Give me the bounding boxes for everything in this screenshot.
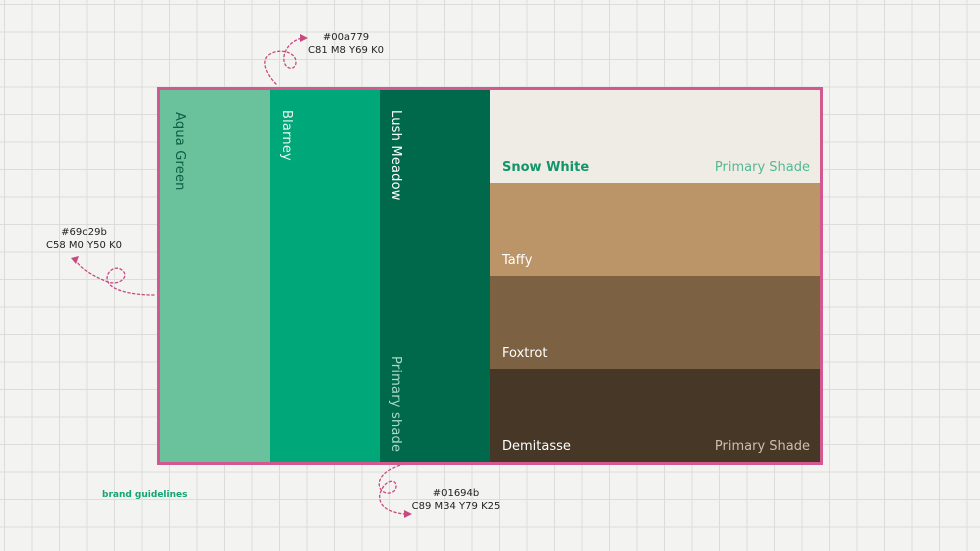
color-palette-frame: Aqua Green Blarney Lush Meadow Primary s… [157,87,823,465]
swatch-snow-white-note: Primary Shade [714,160,810,175]
swatch-lush-meadow-label: Lush Meadow [388,110,403,201]
swatch-taffy-label: Taffy [502,253,533,268]
brand-guidelines-footer: brand guidelines [102,490,188,500]
swatch-aqua-green-label: Aqua Green [172,112,187,191]
blarney-cmyk: C81 M8 Y69 K0 [308,45,384,56]
swatch-blarney: Blarney [270,90,380,462]
swatch-blarney-label: Blarney [279,110,294,161]
aqua-green-hex: #69c29b [61,227,107,238]
swatch-demitasse: Demitasse Primary Shade [490,369,820,462]
swatch-snow-white: Snow White Primary Shade [490,90,820,183]
swatch-lush-meadow-note: Primary shade [388,356,403,453]
swatch-snow-white-label: Snow White [502,160,590,175]
neutral-swatch-stack: Snow White Primary Shade Taffy Foxtrot D… [490,90,820,462]
swatch-foxtrot-label: Foxtrot [502,346,548,361]
swatch-lush-meadow: Lush Meadow Primary shade [380,90,490,462]
blarney-hex: #00a779 [322,32,370,43]
lush-meadow-hex: #01694b [432,488,480,499]
swatch-aqua-green: Aqua Green [160,90,270,462]
swatch-demitasse-note: Primary Shade [714,439,810,454]
swatch-taffy: Taffy [490,183,820,276]
swatch-foxtrot: Foxtrot [490,276,820,369]
aqua-green-cmyk: C58 M0 Y50 K0 [46,240,122,251]
lush-meadow-cmyk: C89 M34 Y79 K25 [411,501,501,512]
blarney-color-code: #00a779 C81 M8 Y69 K0 [298,31,394,57]
lush-meadow-color-code: #01694b C89 M34 Y79 K25 [408,487,504,513]
swatch-demitasse-label: Demitasse [502,439,571,454]
aqua-green-color-code: #69c29b C58 M0 Y50 K0 [42,226,126,252]
